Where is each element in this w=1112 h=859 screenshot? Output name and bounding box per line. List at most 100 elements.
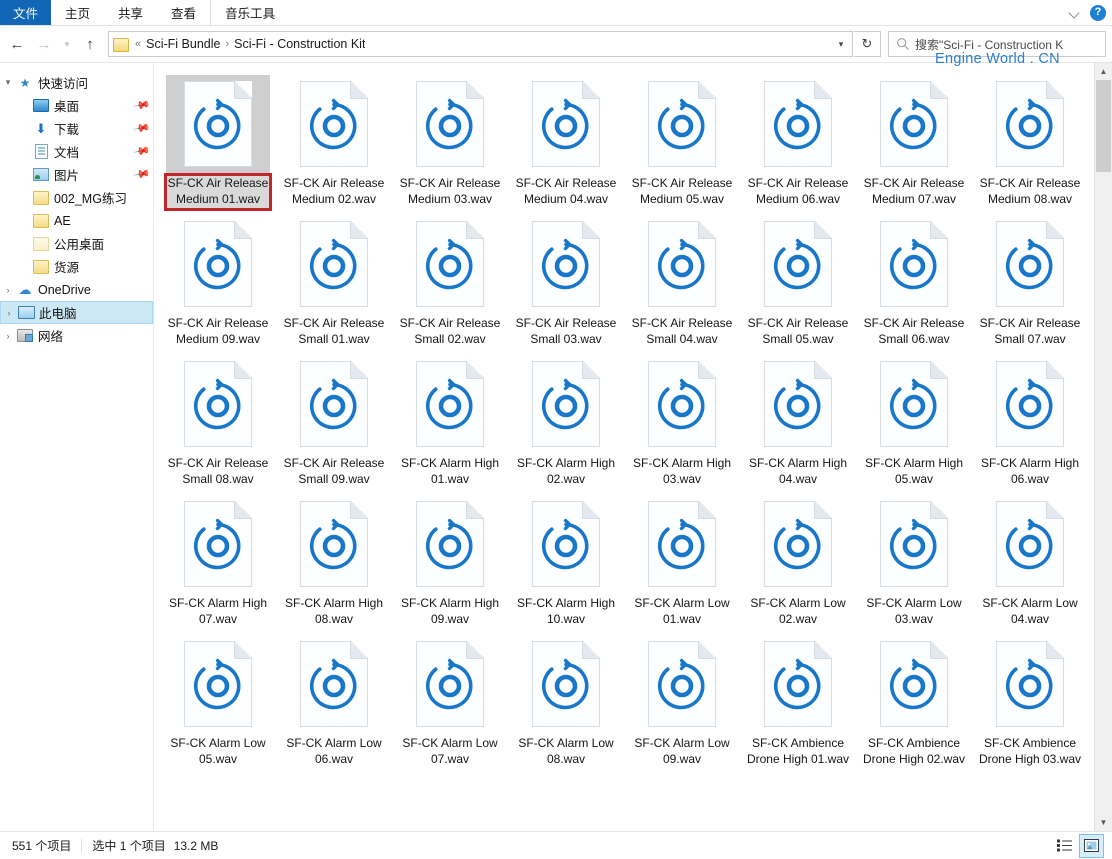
file-item[interactable]: SF-CK Alarm High 09.wav <box>394 489 506 629</box>
file-item[interactable]: SF-CK Alarm Low 04.wav <box>974 489 1086 629</box>
tab-view[interactable]: 查看 <box>157 0 210 25</box>
vertical-scrollbar[interactable]: ▲ ▼ <box>1094 63 1112 831</box>
breadcrumb-item-0[interactable]: Sci-Fi Bundle <box>146 37 220 51</box>
file-item[interactable]: SF-CK Alarm High 06.wav <box>974 349 1086 489</box>
sidebar-item-label: 网络 <box>38 330 64 344</box>
file-item[interactable]: SF-CK Alarm High 07.wav <box>162 489 274 629</box>
file-item[interactable]: SF-CK Alarm High 10.wav <box>510 489 622 629</box>
file-item[interactable]: SF-CK Alarm Low 09.wav <box>626 629 738 769</box>
file-item[interactable]: SF-CK Ambience Drone High 01.wav <box>742 629 854 769</box>
file-name-label: SF-CK Air Release Small 08.wav <box>167 456 269 486</box>
file-list-pane[interactable]: SF-CK Air Release Medium 01.wav SF-CK Air… <box>154 63 1112 831</box>
file-thumbnail <box>514 355 618 453</box>
file-item[interactable]: SF-CK Alarm High 03.wav <box>626 349 738 489</box>
wav-audio-file-icon <box>425 658 473 710</box>
expander-icon[interactable]: › <box>0 285 16 295</box>
wav-audio-file-icon <box>309 658 357 710</box>
folder-icon <box>113 37 129 52</box>
file-item[interactable]: SF-CK Alarm High 08.wav <box>278 489 390 629</box>
pictures-icon <box>33 168 49 181</box>
sidebar-item-4[interactable]: 图片 📌 <box>0 163 153 186</box>
file-item[interactable]: SF-CK Air Release Small 01.wav <box>278 209 390 349</box>
scroll-up-button[interactable]: ▲ <box>1095 63 1112 80</box>
sidebar-item-6[interactable]: AE <box>0 209 153 232</box>
file-item[interactable]: SF-CK Air Release Small 03.wav <box>510 209 622 349</box>
file-item[interactable]: SF-CK Alarm Low 02.wav <box>742 489 854 629</box>
file-item[interactable]: SF-CK Air Release Medium 03.wav <box>394 69 506 209</box>
file-item[interactable]: SF-CK Air Release Small 02.wav <box>394 209 506 349</box>
large-icons-view-button[interactable] <box>1079 833 1104 858</box>
file-item[interactable]: SF-CK Air Release Medium 07.wav <box>858 69 970 209</box>
breadcrumb-overflow-icon[interactable]: « <box>132 38 144 50</box>
sidebar-item-9[interactable]: › ☁ OneDrive <box>0 278 153 301</box>
sidebar-item-label: 快速访问 <box>38 77 89 91</box>
wav-audio-file-icon <box>657 98 705 150</box>
file-item[interactable]: SF-CK Air Release Small 04.wav <box>626 209 738 349</box>
expander-icon[interactable]: › <box>0 331 16 341</box>
sidebar-item-8[interactable]: 货源 <box>0 255 153 278</box>
breadcrumb-item-1[interactable]: Sci-Fi - Construction Kit <box>234 37 365 51</box>
file-item[interactable]: SF-CK Air Release Medium 01.wav <box>162 69 274 211</box>
file-item[interactable]: SF-CK Air Release Medium 02.wav <box>278 69 390 209</box>
pin-icon[interactable]: 📌 <box>133 142 152 161</box>
file-item[interactable]: SF-CK Air Release Small 07.wav <box>974 209 1086 349</box>
file-item[interactable]: SF-CK Ambience Drone High 02.wav <box>858 629 970 769</box>
file-item[interactable]: SF-CK Alarm Low 08.wav <box>510 629 622 769</box>
tab-home[interactable]: 主页 <box>51 0 104 25</box>
sidebar-item-1[interactable]: 桌面 📌 <box>0 94 153 117</box>
file-item[interactable]: SF-CK Air Release Medium 04.wav <box>510 69 622 209</box>
sidebar-item-10[interactable]: › 此电脑 <box>0 301 153 324</box>
file-item[interactable]: SF-CK Alarm Low 03.wav <box>858 489 970 629</box>
sidebar-item-2[interactable]: ⬇ 下载 📌 <box>0 117 153 140</box>
sidebar-item-0[interactable]: ▾ ★ 快速访问 <box>0 71 153 94</box>
tab-music-tools[interactable]: 音乐工具 <box>210 0 289 25</box>
file-item[interactable]: SF-CK Alarm High 05.wav <box>858 349 970 489</box>
refresh-button[interactable]: ↻ <box>854 31 881 57</box>
sidebar-item-5[interactable]: 002_MG练习 <box>0 186 153 209</box>
chevron-down-icon[interactable] <box>1068 6 1082 20</box>
breadcrumb-address-field[interactable]: « Sci-Fi Bundle › Sci-Fi - Construction … <box>108 31 853 57</box>
tab-file[interactable]: 文件 <box>0 0 52 25</box>
tab-view-label: 查看 <box>171 7 197 21</box>
breadcrumb-separator-icon: › <box>225 38 230 50</box>
file-item[interactable]: SF-CK Ambience Drone High 03.wav <box>974 629 1086 769</box>
scroll-down-button[interactable]: ▼ <box>1095 814 1112 831</box>
back-button[interactable]: ← <box>4 31 30 57</box>
file-item[interactable]: SF-CK Alarm High 04.wav <box>742 349 854 489</box>
file-item[interactable]: SF-CK Air Release Small 06.wav <box>858 209 970 349</box>
file-item[interactable]: SF-CK Alarm Low 07.wav <box>394 629 506 769</box>
file-thumbnail <box>166 215 270 313</box>
file-item[interactable]: SF-CK Alarm Low 01.wav <box>626 489 738 629</box>
file-item[interactable]: SF-CK Air Release Small 09.wav <box>278 349 390 489</box>
file-name-label: SF-CK Alarm High 03.wav <box>632 456 732 486</box>
file-item[interactable]: SF-CK Air Release Medium 06.wav <box>742 69 854 209</box>
up-button[interactable]: ↑ <box>77 31 103 57</box>
file-item[interactable]: SF-CK Alarm Low 06.wav <box>278 629 390 769</box>
search-box[interactable]: 搜索"Sci-Fi - Construction K <box>888 31 1106 57</box>
file-item[interactable]: SF-CK Alarm Low 05.wav <box>162 629 274 769</box>
scrollbar-thumb[interactable] <box>1096 80 1111 172</box>
address-dropdown-icon[interactable]: ▾ <box>832 33 850 55</box>
file-item[interactable]: SF-CK Air Release Medium 05.wav <box>626 69 738 209</box>
forward-button[interactable]: → <box>31 31 57 57</box>
file-item[interactable]: SF-CK Air Release Medium 09.wav <box>162 209 274 349</box>
expander-icon[interactable]: ▾ <box>0 77 16 88</box>
file-item[interactable]: SF-CK Alarm High 02.wav <box>510 349 622 489</box>
sidebar-item-11[interactable]: › 网络 <box>0 324 153 347</box>
details-view-button[interactable] <box>1052 834 1077 858</box>
expander-icon[interactable]: › <box>1 308 17 318</box>
file-item[interactable]: SF-CK Alarm High 01.wav <box>394 349 506 489</box>
pin-icon[interactable]: 📌 <box>133 119 152 138</box>
file-item[interactable]: SF-CK Air Release Small 08.wav <box>162 349 274 489</box>
tab-share[interactable]: 共享 <box>104 0 157 25</box>
sidebar-item-7[interactable]: 公用桌面 <box>0 232 153 255</box>
help-icon[interactable]: ? <box>1090 4 1106 21</box>
pin-icon[interactable]: 📌 <box>133 165 152 184</box>
pin-icon[interactable]: 📌 <box>133 96 152 115</box>
recent-locations-button[interactable]: ▾ <box>58 31 76 57</box>
sidebar-item-3[interactable]: 文档 📌 <box>0 140 153 163</box>
file-item[interactable]: SF-CK Air Release Medium 08.wav <box>974 69 1086 209</box>
file-item[interactable]: SF-CK Air Release Small 05.wav <box>742 209 854 349</box>
file-icon <box>880 81 948 167</box>
wav-audio-file-icon <box>193 238 241 290</box>
